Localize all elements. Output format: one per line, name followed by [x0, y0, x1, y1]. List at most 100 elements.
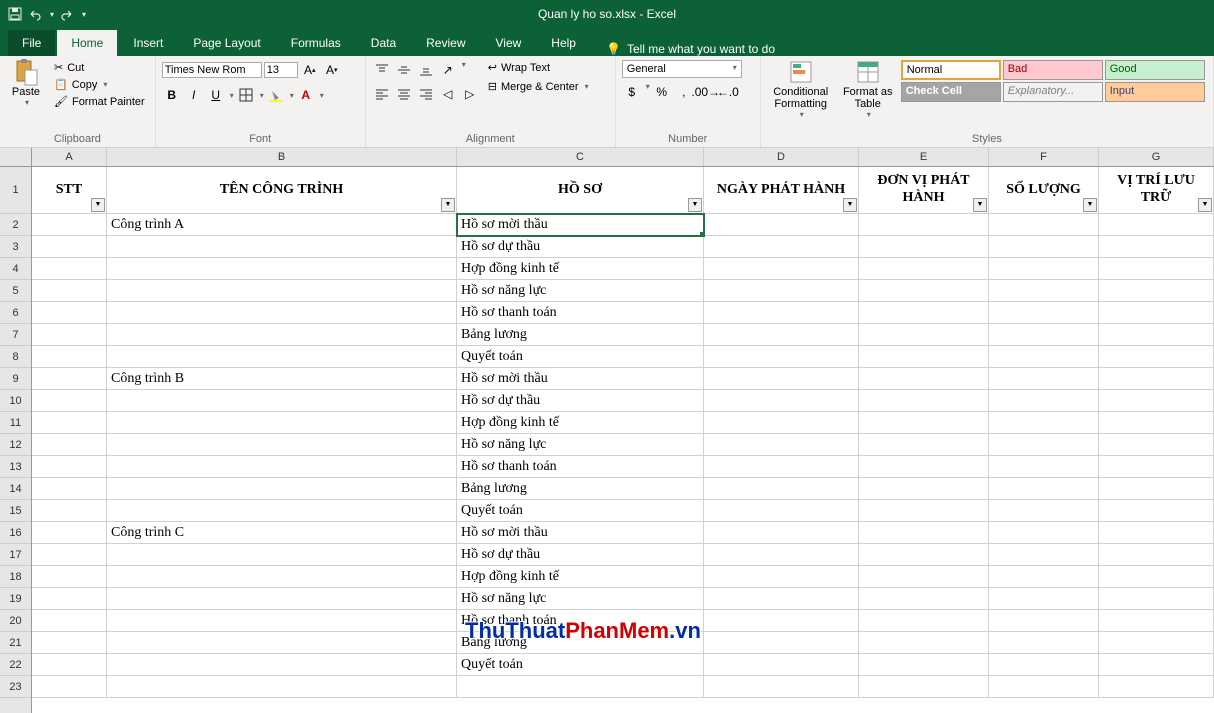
- cell-C10[interactable]: Hồ sơ dự thầu: [457, 390, 704, 412]
- cell-G6[interactable]: [1099, 302, 1214, 324]
- cell-E11[interactable]: [859, 412, 989, 434]
- cell-C16[interactable]: Hồ sơ mời thầu: [457, 522, 704, 544]
- row-header-22[interactable]: 22: [0, 654, 31, 676]
- column-header-A[interactable]: A: [32, 148, 107, 166]
- row-header-9[interactable]: 9: [0, 368, 31, 390]
- cell-A7[interactable]: [32, 324, 107, 346]
- tell-me-search[interactable]: 💡 Tell me what you want to do: [592, 42, 789, 56]
- filter-button-B[interactable]: ▼: [441, 198, 455, 212]
- cell-E20[interactable]: [859, 610, 989, 632]
- merge-center-button[interactable]: ⊟Merge & Center▾: [484, 79, 593, 94]
- cell-E19[interactable]: [859, 588, 989, 610]
- cell-B11[interactable]: [107, 412, 457, 434]
- cell-F3[interactable]: [989, 236, 1099, 258]
- cell-C15[interactable]: Quyết toán: [457, 500, 704, 522]
- cell-A15[interactable]: [32, 500, 107, 522]
- cell-C17[interactable]: Hồ sơ dự thầu: [457, 544, 704, 566]
- cell-B13[interactable]: [107, 456, 457, 478]
- cell-F14[interactable]: [989, 478, 1099, 500]
- font-size-combo[interactable]: [264, 62, 298, 78]
- cell-A3[interactable]: [32, 236, 107, 258]
- cell-E2[interactable]: [859, 214, 989, 236]
- cell-F16[interactable]: [989, 522, 1099, 544]
- tab-file[interactable]: File: [8, 30, 55, 56]
- cell-B12[interactable]: [107, 434, 457, 456]
- cell-G21[interactable]: [1099, 632, 1214, 654]
- cell-C22[interactable]: Quyết toán: [457, 654, 704, 676]
- cell-G2[interactable]: [1099, 214, 1214, 236]
- row-header-12[interactable]: 12: [0, 434, 31, 456]
- cell-F5[interactable]: [989, 280, 1099, 302]
- row-header-5[interactable]: 5: [0, 280, 31, 302]
- cell-E4[interactable]: [859, 258, 989, 280]
- cell-G17[interactable]: [1099, 544, 1214, 566]
- borders-dropdown-icon[interactable]: ▾: [260, 91, 264, 100]
- cell-B22[interactable]: [107, 654, 457, 676]
- cell-B17[interactable]: [107, 544, 457, 566]
- filter-button-G[interactable]: ▼: [1198, 198, 1212, 212]
- align-bottom-icon[interactable]: [416, 60, 436, 80]
- cell-G20[interactable]: [1099, 610, 1214, 632]
- cell-A12[interactable]: [32, 434, 107, 456]
- cell-G10[interactable]: [1099, 390, 1214, 412]
- cell-G7[interactable]: [1099, 324, 1214, 346]
- cell-F20[interactable]: [989, 610, 1099, 632]
- style-good[interactable]: Good: [1105, 60, 1205, 80]
- format-painter-button[interactable]: 🖌Format Painter: [50, 94, 149, 109]
- cell-B20[interactable]: [107, 610, 457, 632]
- redo-icon[interactable]: [60, 7, 74, 21]
- row-header-18[interactable]: 18: [0, 566, 31, 588]
- cell-D21[interactable]: [704, 632, 859, 654]
- cell-D3[interactable]: [704, 236, 859, 258]
- cell-D5[interactable]: [704, 280, 859, 302]
- cell-C19[interactable]: Hồ sơ năng lực: [457, 588, 704, 610]
- cell-B15[interactable]: [107, 500, 457, 522]
- cell-B18[interactable]: [107, 566, 457, 588]
- cell-B5[interactable]: [107, 280, 457, 302]
- currency-dropdown-icon[interactable]: ▾: [646, 82, 650, 102]
- font-color-button[interactable]: A: [296, 85, 316, 105]
- cell-D4[interactable]: [704, 258, 859, 280]
- wrap-text-button[interactable]: ↩Wrap Text: [484, 60, 593, 75]
- cell-G11[interactable]: [1099, 412, 1214, 434]
- underline-dropdown-icon[interactable]: ▾: [230, 91, 234, 100]
- cell-C2[interactable]: Hồ sơ mời thầu: [457, 214, 704, 236]
- cell-D11[interactable]: [704, 412, 859, 434]
- cell-G18[interactable]: [1099, 566, 1214, 588]
- column-header-B[interactable]: B: [107, 148, 457, 166]
- cell-F11[interactable]: [989, 412, 1099, 434]
- cell-A9[interactable]: [32, 368, 107, 390]
- cell-F8[interactable]: [989, 346, 1099, 368]
- cell-C7[interactable]: Bảng lương: [457, 324, 704, 346]
- cell-E3[interactable]: [859, 236, 989, 258]
- fill-dropdown-icon[interactable]: ▾: [290, 91, 294, 100]
- cell-G22[interactable]: [1099, 654, 1214, 676]
- percent-format-icon[interactable]: %: [652, 82, 672, 102]
- cell-G14[interactable]: [1099, 478, 1214, 500]
- cell-E15[interactable]: [859, 500, 989, 522]
- decrease-indent-icon[interactable]: ◁: [438, 84, 458, 104]
- tab-insert[interactable]: Insert: [119, 30, 177, 56]
- row-header-3[interactable]: 3: [0, 236, 31, 258]
- orientation-icon[interactable]: ↗: [438, 60, 458, 80]
- qat-customize-icon[interactable]: ▾: [82, 10, 86, 19]
- undo-dropdown-icon[interactable]: ▾: [50, 10, 54, 19]
- cell-A13[interactable]: [32, 456, 107, 478]
- row-header-2[interactable]: 2: [0, 214, 31, 236]
- accounting-format-icon[interactable]: $: [622, 82, 642, 102]
- cell-A11[interactable]: [32, 412, 107, 434]
- cell-F1[interactable]: SỐ LƯỢNG▼: [989, 167, 1099, 214]
- align-middle-icon[interactable]: [394, 60, 414, 80]
- cell-F2[interactable]: [989, 214, 1099, 236]
- cell-D13[interactable]: [704, 456, 859, 478]
- cell-B8[interactable]: [107, 346, 457, 368]
- cell-A18[interactable]: [32, 566, 107, 588]
- cell-G1[interactable]: VỊ TRÍ LƯU TRỮ▼: [1099, 167, 1214, 214]
- cell-A23[interactable]: [32, 676, 107, 698]
- cell-F18[interactable]: [989, 566, 1099, 588]
- cell-A22[interactable]: [32, 654, 107, 676]
- cell-C6[interactable]: Hồ sơ thanh toán: [457, 302, 704, 324]
- filter-button-F[interactable]: ▼: [1083, 198, 1097, 212]
- tab-review[interactable]: Review: [412, 30, 479, 56]
- cell-G5[interactable]: [1099, 280, 1214, 302]
